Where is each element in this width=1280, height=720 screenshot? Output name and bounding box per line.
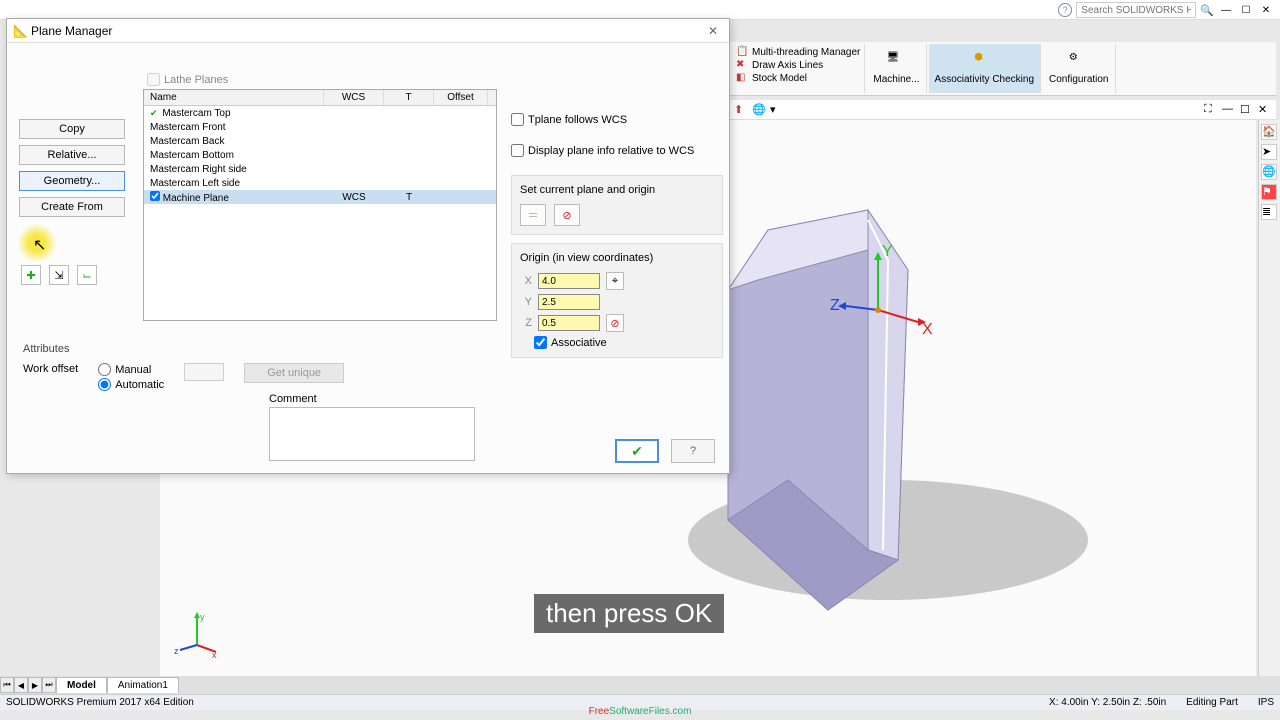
- tab-animation[interactable]: Animation1: [107, 677, 179, 693]
- copy-button[interactable]: Copy: [19, 119, 125, 139]
- align-plane-icon[interactable]: ⇲: [49, 265, 69, 285]
- app-icon: 📐: [13, 24, 27, 38]
- help-icon[interactable]: ?: [1058, 3, 1072, 17]
- manual-radio[interactable]: Manual: [98, 363, 164, 376]
- view-toolbar: ⬆ 🌐 ▾ ⛶ — ☐ ✕: [730, 100, 1276, 120]
- origin-group: Origin (in view coordinates) X⌖ Y Z⊘ Ass…: [511, 243, 723, 358]
- tab-last[interactable]: ⏭: [42, 677, 56, 693]
- triad-icon[interactable]: ⬆: [734, 103, 748, 117]
- pick-origin-icon[interactable]: ⌖: [606, 272, 624, 290]
- maximize-icon[interactable]: ☐: [1238, 3, 1254, 17]
- tab-next[interactable]: ▶: [28, 677, 42, 693]
- geometry-button[interactable]: Geometry...: [19, 171, 125, 191]
- title-bar: ? 🔍 — ☐ ✕: [0, 0, 1280, 20]
- col-wcs[interactable]: WCS: [324, 90, 384, 105]
- sheet-tabs: ⏮ ◀ ▶ ⏭ Model Animation1: [0, 676, 1280, 694]
- plane-row[interactable]: Mastercam Bottom: [144, 148, 496, 162]
- associative-checkbox[interactable]: Associative: [534, 336, 714, 349]
- stock-icon: ◧: [736, 72, 748, 84]
- dialog-titlebar[interactable]: 📐 Plane Manager ✕: [7, 19, 729, 43]
- col-offset[interactable]: Offset: [434, 90, 488, 105]
- chevron-down-icon[interactable]: ▾: [770, 103, 776, 116]
- origin-x-input[interactable]: [538, 273, 600, 289]
- offset-value-input: [184, 363, 224, 381]
- video-caption: then press OK: [534, 594, 724, 633]
- plane-row[interactable]: Mastercam Left side: [144, 176, 496, 190]
- get-unique-button: Get unique: [244, 363, 344, 383]
- machine-icon: 🖥: [886, 52, 906, 72]
- relative-button[interactable]: Relative...: [19, 145, 125, 165]
- arrow-icon[interactable]: ➤: [1261, 144, 1277, 160]
- create-from-button[interactable]: Create From: [19, 197, 125, 217]
- plane-row[interactable]: Mastercam Back: [144, 134, 496, 148]
- window-close-icon[interactable]: ✕: [1258, 103, 1272, 117]
- col-name[interactable]: Name: [144, 90, 324, 105]
- ribbon-machine[interactable]: 🖥Machine...: [867, 44, 926, 93]
- set-cancel-button[interactable]: ⊘: [554, 204, 580, 226]
- watermark: FreeSoftwareFiles.com: [0, 706, 1280, 720]
- thread-icon: 📋: [736, 46, 748, 58]
- set-equal-button[interactable]: ＝: [520, 204, 546, 226]
- display-plane-checkbox[interactable]: Display plane info relative to WCS: [511, 144, 723, 157]
- window-min-icon[interactable]: —: [1222, 103, 1236, 117]
- dialog-help-button[interactable]: ?: [671, 439, 715, 463]
- axis-icon: ✖: [736, 59, 748, 71]
- ribbon-list: 📋Multi-threading Manager ✖Draw Axis Line…: [732, 44, 865, 93]
- tab-model[interactable]: Model: [56, 677, 107, 693]
- svg-text:z: z: [174, 646, 179, 656]
- svg-text:x: x: [212, 650, 217, 660]
- attributes-section: Attributes Work offset Manual Automatic …: [23, 343, 503, 391]
- dialog-close-icon[interactable]: ✕: [703, 24, 723, 38]
- cursor-icon: ↖: [33, 235, 46, 255]
- svg-text:y: y: [200, 612, 205, 622]
- dialog-title: Plane Manager: [31, 24, 112, 38]
- globe-side-icon[interactable]: 🌐: [1261, 164, 1277, 180]
- work-offset-label: Work offset: [23, 363, 78, 375]
- tab-first[interactable]: ⏮: [0, 677, 14, 693]
- svg-text:Z: Z: [830, 297, 840, 314]
- origin-y-input[interactable]: [538, 294, 600, 310]
- home-icon[interactable]: 🏠: [1261, 124, 1277, 140]
- search-icon[interactable]: 🔍: [1200, 4, 1214, 17]
- config-icon: ⚙: [1069, 52, 1089, 72]
- orientation-triad[interactable]: y x z: [172, 610, 222, 660]
- plane-row[interactable]: Mastercam Front: [144, 120, 496, 134]
- svg-text:Y: Y: [882, 243, 893, 260]
- svg-text:X: X: [922, 321, 933, 338]
- close-icon[interactable]: ✕: [1258, 3, 1274, 17]
- axis-plane-icon[interactable]: ⌙: [77, 265, 97, 285]
- automatic-radio[interactable]: Automatic: [98, 378, 164, 391]
- right-toolbar: 🏠 ➤ 🌐 ⚑ ≣: [1258, 120, 1280, 680]
- ribbon-item-multithread[interactable]: 📋Multi-threading Manager: [736, 46, 860, 58]
- origin-z-input[interactable]: [538, 315, 600, 331]
- ribbon-item-axis[interactable]: ✖Draw Axis Lines: [736, 59, 860, 71]
- ribbon-config[interactable]: ⚙Configuration: [1043, 44, 1115, 93]
- tab-prev[interactable]: ◀: [14, 677, 28, 693]
- plane-row[interactable]: Machine PlaneWCST: [144, 190, 496, 204]
- minimize-icon[interactable]: —: [1218, 3, 1234, 17]
- layers-icon[interactable]: ≣: [1261, 204, 1277, 220]
- plane-row[interactable]: ✔ Mastercam Top: [144, 106, 496, 120]
- reset-origin-icon[interactable]: ⊘: [606, 314, 624, 332]
- ribbon: 📋Multi-threading Manager ✖Draw Axis Line…: [730, 42, 1276, 96]
- ribbon-item-stock[interactable]: ◧Stock Model: [736, 72, 860, 84]
- ribbon-associativity[interactable]: ⬢Associativity Checking: [929, 44, 1041, 93]
- set-current-group: Set current plane and origin ＝ ⊘: [511, 175, 723, 235]
- help-search-input[interactable]: [1076, 2, 1196, 18]
- plane-row[interactable]: Mastercam Right side: [144, 162, 496, 176]
- comment-label: Comment: [269, 393, 475, 405]
- lathe-planes-checkbox[interactable]: Lathe Planes: [147, 73, 228, 86]
- expand-icon[interactable]: ⛶: [1204, 103, 1218, 117]
- comment-textarea[interactable]: [269, 407, 475, 461]
- planes-table[interactable]: Name WCS T Offset ✔ Mastercam Top Master…: [143, 89, 497, 321]
- ok-button[interactable]: ✔: [615, 439, 659, 463]
- add-plane-icon[interactable]: ✚: [21, 265, 41, 285]
- window-max-icon[interactable]: ☐: [1240, 103, 1254, 117]
- col-t[interactable]: T: [384, 90, 434, 105]
- globe-icon[interactable]: 🌐: [752, 103, 766, 117]
- assoc-icon: ⬢: [974, 52, 994, 72]
- plane-manager-dialog: 📐 Plane Manager ✕ Lathe Planes Copy Rela…: [6, 18, 730, 474]
- flag-icon[interactable]: ⚑: [1261, 184, 1277, 200]
- tplane-follows-checkbox[interactable]: Tplane follows WCS: [511, 113, 723, 126]
